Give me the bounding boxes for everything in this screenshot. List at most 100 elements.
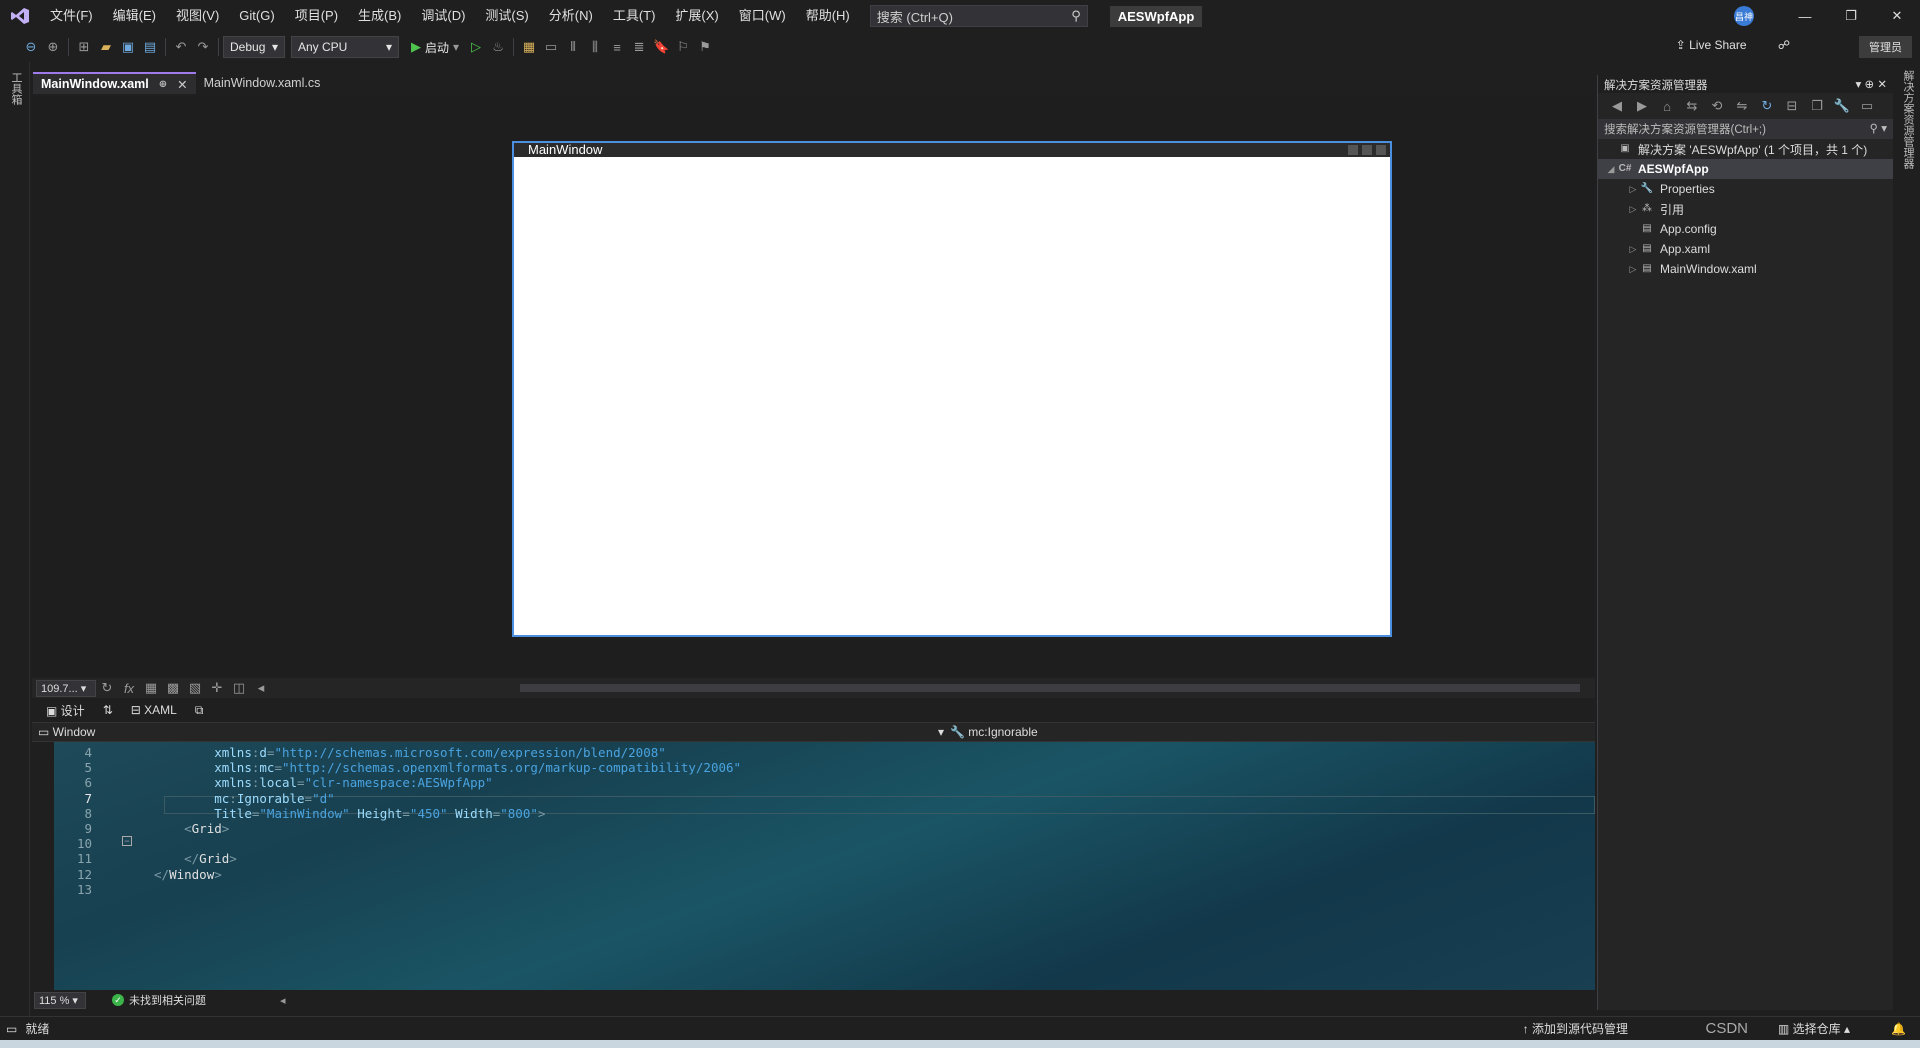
designer-horizontal-scrollbar[interactable] bbox=[520, 684, 1580, 692]
undo-icon[interactable]: ↶ bbox=[170, 36, 192, 58]
prev-bookmark-icon[interactable]: ⚐ bbox=[672, 36, 694, 58]
menu-item[interactable]: 帮助(H) bbox=[796, 0, 860, 32]
toolbox-tab[interactable]: 工具箱 bbox=[8, 72, 24, 105]
minimize-button[interactable]: — bbox=[1782, 9, 1828, 24]
menu-item[interactable]: 扩展(X) bbox=[665, 0, 728, 32]
properties-icon[interactable]: 🔧 bbox=[1831, 95, 1853, 117]
element-dropdown[interactable]: ▭ Window ▾ bbox=[32, 725, 950, 739]
scroll-left-icon[interactable]: ◂ bbox=[280, 994, 286, 1007]
effects-icon[interactable]: fx bbox=[118, 677, 140, 699]
solution-platform-dropdown[interactable]: Any CPU ▾ bbox=[291, 36, 399, 58]
forward-icon[interactable]: ▶ bbox=[1631, 95, 1653, 117]
search-input[interactable]: 搜索 (Ctrl+Q) ⚲ bbox=[869, 5, 1088, 27]
home-icon[interactable]: ⌂ bbox=[1656, 95, 1678, 117]
menu-item[interactable]: 项目(P) bbox=[285, 0, 348, 32]
switch-views-icon[interactable]: ⇆ bbox=[1681, 95, 1703, 117]
live-share-button[interactable]: ⇪ Live Share ☍ bbox=[1676, 38, 1790, 52]
expand-arrow-icon[interactable]: ▷ bbox=[1626, 244, 1640, 255]
menu-item[interactable]: 测试(S) bbox=[475, 0, 538, 32]
show-all-files-icon[interactable]: ❐ bbox=[1806, 95, 1828, 117]
tab-mainwindow-xaml[interactable]: MainWindow.xaml ⊕ ✕ bbox=[33, 72, 196, 94]
menu-item[interactable]: Git(G) bbox=[229, 0, 284, 32]
tree-item[interactable]: ▷ 🔧 Properties bbox=[1598, 179, 1893, 199]
toolbox-strip[interactable]: 工具箱 bbox=[0, 62, 30, 1017]
artboard-icon[interactable]: ▧ bbox=[184, 677, 206, 699]
issues-status[interactable]: 未找到相关问题 bbox=[129, 992, 206, 1008]
pending-changes-icon[interactable]: ⟲ bbox=[1706, 95, 1728, 117]
navigate-back-icon[interactable]: ⊖ bbox=[20, 36, 42, 58]
tree-item[interactable]: ▷ ⁂ 引用 bbox=[1598, 199, 1893, 219]
browse-folder-icon[interactable]: ▦ bbox=[518, 36, 540, 58]
pin-icon[interactable]: ⊕ bbox=[159, 79, 167, 90]
refresh-icon[interactable]: ↻ bbox=[1756, 95, 1778, 117]
tree-item[interactable]: ▤ App.config bbox=[1598, 219, 1893, 239]
close-button[interactable]: ✕ bbox=[1874, 8, 1920, 24]
account-avatar[interactable]: 昌神 bbox=[1734, 6, 1754, 26]
tree-item[interactable]: ▷ ▤ App.xaml bbox=[1598, 239, 1893, 259]
menu-item[interactable]: 窗口(W) bbox=[729, 0, 796, 32]
redo-icon[interactable]: ↷ bbox=[192, 36, 214, 58]
menu-item[interactable]: 分析(N) bbox=[539, 0, 603, 32]
collapse-all-icon[interactable]: ⊟ bbox=[1781, 95, 1803, 117]
back-icon[interactable]: ◀ bbox=[1606, 95, 1628, 117]
outdent-icon[interactable]: ≣ bbox=[628, 36, 650, 58]
menu-item[interactable]: 文件(F) bbox=[40, 0, 103, 32]
restore-button[interactable]: ❐ bbox=[1828, 8, 1874, 24]
swap-panes-button[interactable]: ⇅ bbox=[103, 703, 113, 717]
bookmark-icon[interactable]: 🔖 bbox=[650, 36, 672, 58]
expand-arrow-icon[interactable]: ▷ bbox=[1626, 184, 1640, 195]
notifications-icon[interactable]: 🔔 bbox=[1891, 1022, 1906, 1036]
snap-grid-icon[interactable]: ▩ bbox=[162, 677, 184, 699]
menu-item[interactable]: 调试(D) bbox=[411, 0, 475, 32]
hot-reload-icon[interactable]: ♨ bbox=[487, 36, 509, 58]
code-line[interactable]: 13 bbox=[54, 881, 154, 899]
tab-design[interactable]: ▣ 设计 bbox=[46, 702, 85, 719]
xaml-code-editor[interactable]: − 4 xmlns:d="http://schemas.microsoft.co… bbox=[32, 742, 1595, 990]
snap-lines-icon[interactable]: ✛ bbox=[206, 677, 228, 699]
close-icon[interactable]: ✕ bbox=[177, 77, 187, 92]
menu-item[interactable]: 工具(T) bbox=[603, 0, 666, 32]
device-icon[interactable]: ◫ bbox=[228, 677, 250, 699]
open-file-icon[interactable]: ▰ bbox=[95, 36, 117, 58]
tree-item[interactable]: ▷ ▤ MainWindow.xaml bbox=[1598, 259, 1893, 279]
save-icon[interactable]: ▣ bbox=[117, 36, 139, 58]
save-all-icon[interactable]: ▤ bbox=[139, 36, 161, 58]
member-dropdown[interactable]: 🔧 mc:Ignorable bbox=[950, 725, 1038, 739]
tab-xaml[interactable]: ⊟ XAML bbox=[131, 703, 177, 717]
align-icon[interactable]: ⫴ bbox=[562, 36, 584, 58]
solution-explorer-tab[interactable]: 解决方案资源管理器 bbox=[1900, 70, 1916, 169]
indent-icon[interactable]: ≡ bbox=[606, 36, 628, 58]
next-bookmark-icon[interactable]: ⚑ bbox=[694, 36, 716, 58]
grid-icon[interactable]: ▦ bbox=[140, 677, 162, 699]
tab-mainwindow-xaml-cs[interactable]: MainWindow.xaml.cs bbox=[196, 72, 364, 94]
solution-explorer-search-input[interactable]: 搜索解决方案资源管理器(Ctrl+;) ⚲ ▾ bbox=[1598, 119, 1893, 139]
menu-item[interactable]: 生成(B) bbox=[348, 0, 411, 32]
navigate-forward-icon[interactable]: ⊕ bbox=[42, 36, 64, 58]
scroll-left-icon[interactable]: ◂ bbox=[250, 677, 272, 699]
tree-item[interactable]: ◢ C# AESWpfApp bbox=[1598, 159, 1893, 179]
start-without-debugging-icon[interactable]: ▷ bbox=[465, 36, 487, 58]
layout-icon[interactable]: ▭ bbox=[540, 36, 562, 58]
expand-arrow-icon[interactable]: ▷ bbox=[1626, 264, 1640, 275]
output-icon[interactable]: ▭ bbox=[6, 1022, 17, 1036]
refresh-icon[interactable]: ↻ bbox=[96, 677, 118, 699]
distribute-icon[interactable]: ⫼ bbox=[584, 36, 606, 58]
window-position-icon[interactable]: ▾ bbox=[1856, 79, 1862, 91]
menu-item[interactable]: 编辑(E) bbox=[103, 0, 166, 32]
sync-icon[interactable]: ⇋ bbox=[1731, 95, 1753, 117]
visual-studio-logo-icon[interactable] bbox=[0, 0, 40, 32]
popout-xaml-icon[interactable]: ⧉ bbox=[195, 703, 204, 718]
close-icon[interactable]: ✕ bbox=[1877, 79, 1887, 91]
add-to-source-control[interactable]: ↑ 添加到源代码管理 bbox=[1523, 1020, 1628, 1037]
solution-configuration-dropdown[interactable]: Debug ▾ bbox=[223, 36, 285, 58]
designer-zoom-dropdown[interactable]: 109.7... ▾ bbox=[36, 679, 96, 697]
tree-item[interactable]: ▣ 解决方案 'AESWpfApp' (1 个项目，共 1 个) bbox=[1598, 139, 1893, 159]
menu-item[interactable]: 视图(V) bbox=[166, 0, 229, 32]
expand-arrow-icon[interactable]: ▷ bbox=[1626, 204, 1640, 215]
feedback-icon[interactable]: ☍ bbox=[1778, 38, 1790, 52]
preview-icon[interactable]: ▭ bbox=[1856, 95, 1878, 117]
new-project-icon[interactable]: ⊞ bbox=[73, 36, 95, 58]
start-debugging-button[interactable]: ▶ 启动 ▾ bbox=[411, 39, 459, 56]
wpf-window-preview[interactable]: MainWindow bbox=[512, 141, 1392, 637]
select-repository[interactable]: ▥ 选择仓库 ▴ bbox=[1778, 1020, 1850, 1037]
